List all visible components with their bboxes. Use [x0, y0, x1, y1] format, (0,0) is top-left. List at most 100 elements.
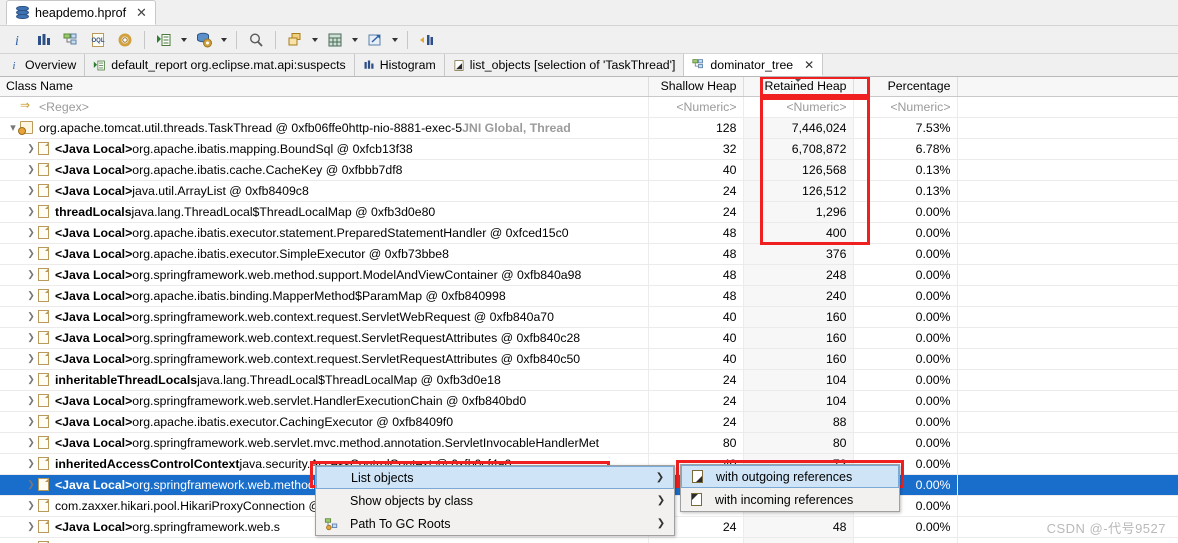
cell-class-name[interactable]: <Java Local> java.util.ArrayList @ 0xfb8… [0, 180, 649, 202]
calculator-icon[interactable] [322, 28, 348, 52]
filter-cell-shallow-heap[interactable]: <Numeric> [648, 96, 744, 118]
tab-dominator-tree[interactable]: dominator_tree ✕ [684, 54, 824, 76]
column-header-percentage[interactable]: Percentage [853, 77, 958, 97]
object-icon [38, 205, 49, 218]
expand-collapse-icon-closed[interactable] [24, 479, 38, 490]
cell-percentage: 0.13% [853, 180, 958, 202]
filter-cell-retained-heap[interactable]: <Numeric> [743, 96, 854, 118]
column-header-shallow-heap[interactable]: Shallow Heap [648, 77, 744, 97]
export-dropdown-arrow[interactable] [389, 28, 401, 52]
expand-collapse-icon-closed[interactable] [24, 269, 38, 280]
expand-collapse-icon-closed[interactable] [24, 437, 38, 448]
expand-collapse-icon-closed[interactable] [24, 521, 38, 532]
expand-collapse-icon-closed[interactable] [24, 164, 38, 175]
tab-list-objects[interactable]: list_objects [selection of 'TaskThread'] [444, 54, 685, 76]
cell-class-name[interactable]: <Java Local> org.springframework.web.m [0, 537, 649, 543]
search-icon[interactable] [243, 28, 269, 52]
cell-retained-heap: 160 [743, 327, 854, 349]
expand-collapse-icon-closed[interactable] [24, 353, 38, 364]
cell-class-name-text: org.apache.ibatis.cache.CacheKey @ 0xfbb… [132, 162, 403, 177]
expand-collapse-icon-closed[interactable] [24, 185, 38, 196]
table-row[interactable]: org.apache.tomcat.util.threads.TaskThrea… [0, 117, 1178, 139]
expand-collapse-icon-closed[interactable] [24, 290, 38, 301]
submenu-item-with-outgoing-references[interactable]: with outgoing references [681, 465, 899, 488]
run-expert-system-icon[interactable] [151, 28, 177, 52]
table-row[interactable]: <Java Local> org.apache.ibatis.binding.M… [0, 285, 1178, 307]
table-row[interactable]: <Java Local> org.apache.ibatis.cache.Cac… [0, 159, 1178, 181]
table-row[interactable]: inheritableThreadLocals java.lang.Thread… [0, 369, 1178, 391]
editor-tab-heapdemo[interactable]: heapdemo.hprof ✕ [6, 0, 156, 25]
group-by-dropdown-arrow[interactable] [309, 28, 321, 52]
close-icon[interactable]: ✕ [804, 58, 814, 72]
cell-class-name[interactable]: <Java Local> org.springframework.web.ser… [0, 432, 649, 454]
filter-cell-class-name[interactable]: <Regex> [0, 96, 649, 118]
calculator-dropdown-arrow[interactable] [349, 28, 361, 52]
context-menu-item-list-objects[interactable]: List objects ❯ [316, 466, 674, 489]
cell-class-name[interactable]: <Java Local> org.springframework.web.con… [0, 306, 649, 328]
expand-collapse-icon-closed[interactable] [24, 458, 38, 469]
table-filter-row[interactable]: <Regex><Numeric><Numeric><Numeric> [0, 96, 1178, 118]
table-row[interactable]: <Java Local> org.springframework.web.con… [0, 348, 1178, 370]
cell-shallow-heap: 48 [648, 285, 744, 307]
expand-collapse-icon-closed[interactable] [24, 332, 38, 343]
cell-class-name[interactable]: org.apache.tomcat.util.threads.TaskThrea… [0, 117, 649, 139]
cell-class-name[interactable]: <Java Local> org.apache.ibatis.cache.Cac… [0, 159, 649, 181]
cell-retained-heap: 240 [743, 285, 854, 307]
table-row[interactable]: <Java Local> org.apache.ibatis.executor.… [0, 243, 1178, 265]
cell-class-name[interactable]: <Java Local> org.springframework.web.con… [0, 327, 649, 349]
close-icon[interactable]: ✕ [136, 6, 147, 19]
expand-collapse-icon-closed[interactable] [24, 311, 38, 322]
expand-collapse-icon-closed[interactable] [24, 206, 38, 217]
table-row[interactable]: <Java Local> org.springframework.web.met… [0, 264, 1178, 286]
table-row[interactable]: <Java Local> java.util.ArrayList @ 0xfb8… [0, 180, 1178, 202]
table-row[interactable]: <Java Local> org.springframework.web.m 0.… [0, 537, 1178, 543]
cell-class-name[interactable]: threadLocals java.lang.ThreadLocal$Threa… [0, 201, 649, 223]
run-dropdown-arrow[interactable] [178, 28, 190, 52]
cell-class-name[interactable]: <Java Local> org.apache.ibatis.binding.M… [0, 285, 649, 307]
expand-collapse-icon-closed[interactable] [24, 395, 38, 406]
cell-class-name[interactable]: <Java Local> org.springframework.web.con… [0, 348, 649, 370]
cell-class-name-qualifier: <Java Local> [55, 330, 133, 345]
cell-class-name[interactable]: <Java Local> org.apache.ibatis.executor.… [0, 243, 649, 265]
dominator-tree-icon[interactable] [58, 28, 84, 52]
context-menu-item-show-objects-by-class[interactable]: Show objects by class ❯ [316, 489, 674, 512]
table-row[interactable]: <Java Local> org.apache.ibatis.mapping.B… [0, 138, 1178, 160]
compare-icon[interactable] [414, 28, 440, 52]
tab-default-report[interactable]: default_report org.eclipse.mat.api:suspe… [85, 54, 355, 76]
tab-histogram[interactable]: Histogram [354, 54, 445, 76]
expand-collapse-icon-closed[interactable] [24, 416, 38, 427]
cell-class-name[interactable]: <Java Local> org.springframework.web.ser… [0, 390, 649, 412]
expand-collapse-icon-closed[interactable] [24, 143, 38, 154]
cell-class-name[interactable]: inheritableThreadLocals java.lang.Thread… [0, 369, 649, 391]
overview-info-icon[interactable]: i [4, 28, 30, 52]
expand-collapse-icon-closed[interactable] [24, 500, 38, 511]
table-row[interactable]: <Java Local> org.springframework.web.ser… [0, 432, 1178, 454]
column-header-class-name[interactable]: Class Name [0, 77, 649, 97]
settings-gear-icon[interactable] [112, 28, 138, 52]
expand-collapse-icon-closed[interactable] [24, 227, 38, 238]
table-row[interactable]: <Java Local> org.springframework.web.con… [0, 306, 1178, 328]
cell-class-name-text: org.springframework.web.context.request.… [132, 351, 581, 366]
table-row[interactable]: <Java Local> org.springframework.web.con… [0, 327, 1178, 349]
tab-overview[interactable]: i Overview [0, 54, 86, 76]
group-by-icon[interactable] [282, 28, 308, 52]
cell-class-name[interactable]: <Java Local> org.springframework.web.met… [0, 264, 649, 286]
table-row[interactable]: <Java Local> org.springframework.web.ser… [0, 390, 1178, 412]
histogram-icon[interactable] [31, 28, 57, 52]
expand-collapse-icon-closed[interactable] [24, 248, 38, 259]
filter-cell-percentage[interactable]: <Numeric> [853, 96, 958, 118]
query-dropdown-arrow[interactable] [218, 28, 230, 52]
table-row[interactable]: threadLocals java.lang.ThreadLocal$Threa… [0, 201, 1178, 223]
column-header-retained-heap[interactable]: Retained Heap [743, 77, 854, 97]
table-row[interactable]: <Java Local> org.apache.ibatis.executor.… [0, 222, 1178, 244]
context-menu-item-path-to-gc-roots[interactable]: Path To GC Roots ❯ [316, 512, 674, 535]
cell-class-name[interactable]: <Java Local> org.apache.ibatis.mapping.B… [0, 138, 649, 160]
cell-class-name[interactable]: <Java Local> org.apache.ibatis.executor.… [0, 411, 649, 433]
expand-collapse-icon-closed[interactable] [24, 374, 38, 385]
query-browser-db-gear-icon[interactable] [191, 28, 217, 52]
submenu-item-with-incoming-references[interactable]: with incoming references [681, 488, 899, 511]
table-row[interactable]: <Java Local> org.apache.ibatis.executor.… [0, 411, 1178, 433]
export-icon[interactable] [362, 28, 388, 52]
oql-icon[interactable]: OQL [85, 28, 111, 52]
cell-class-name[interactable]: <Java Local> org.apache.ibatis.executor.… [0, 222, 649, 244]
